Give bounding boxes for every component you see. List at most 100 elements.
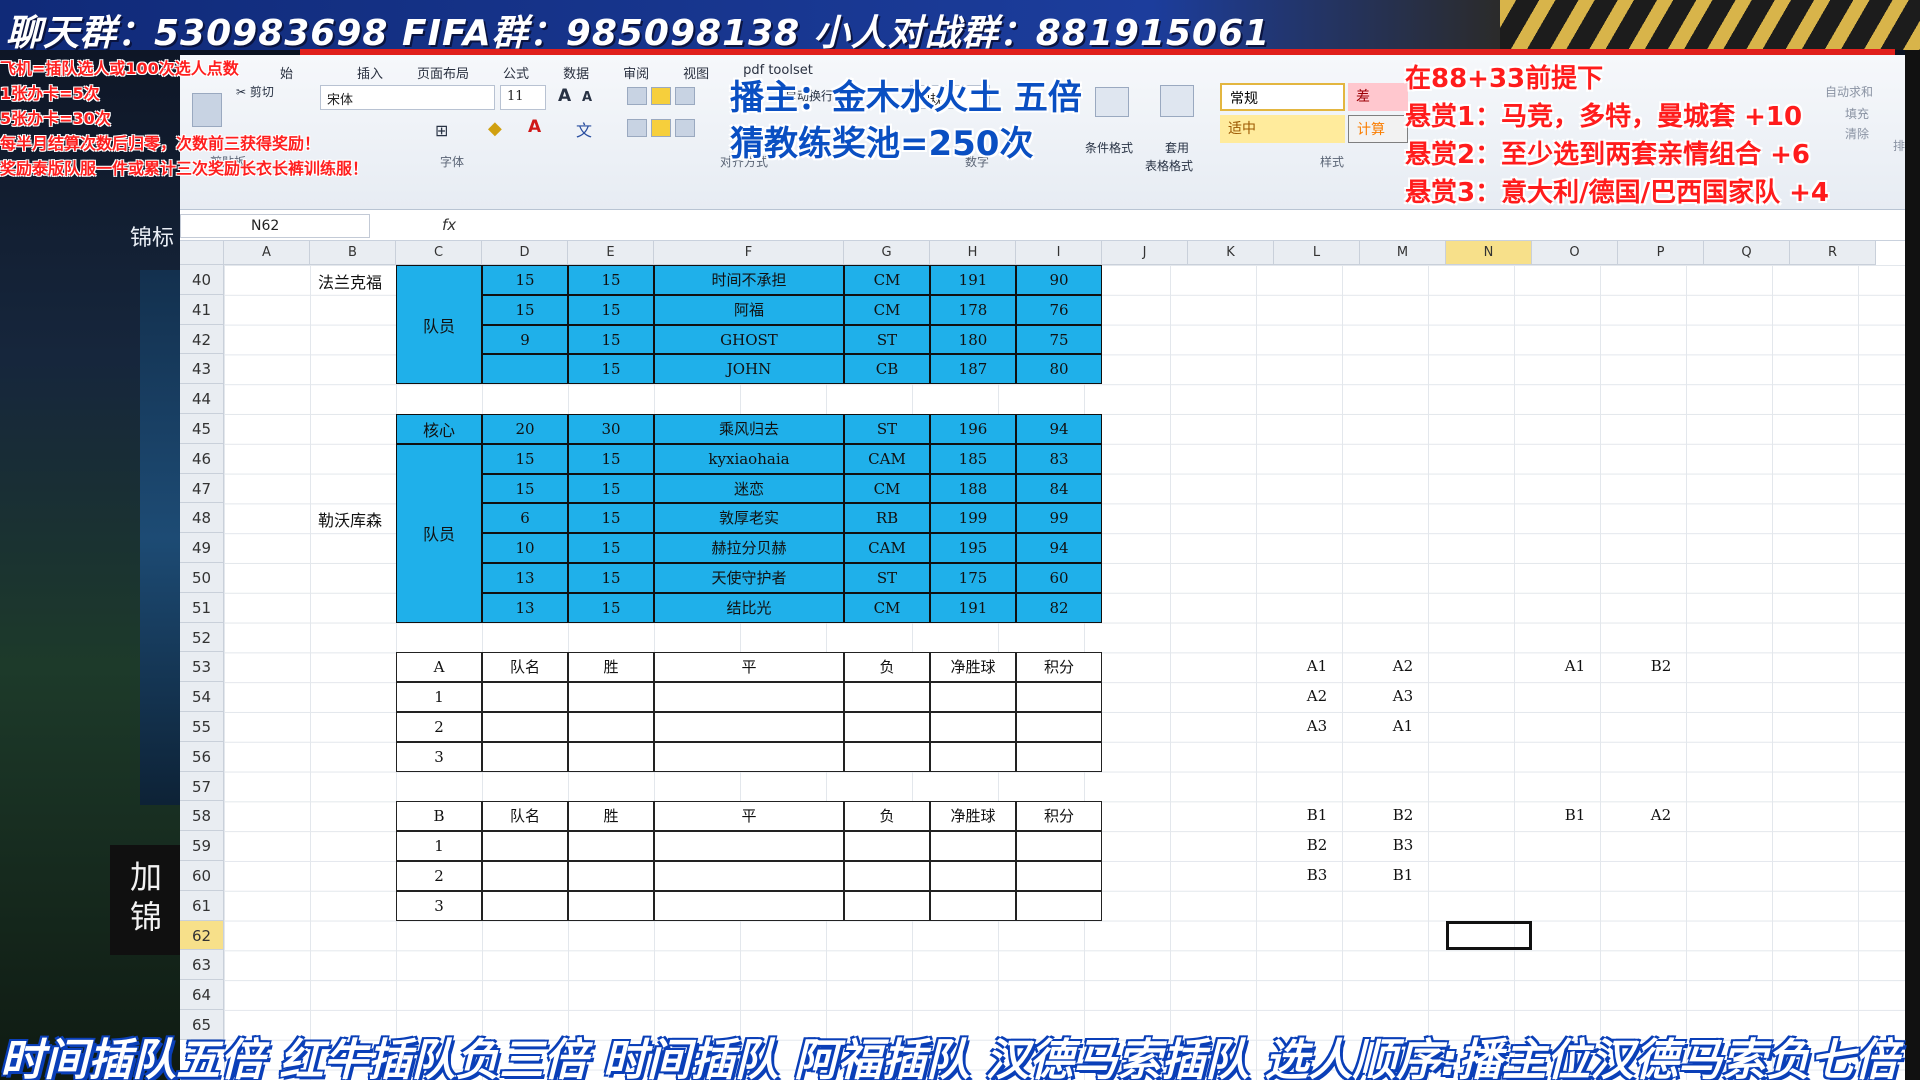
group-table-header[interactable]: 队名: [482, 652, 568, 683]
group-table-header[interactable]: 净胜球: [930, 652, 1016, 683]
column-header-e[interactable]: E: [568, 241, 654, 265]
fixture-cell[interactable]: A3: [1274, 712, 1360, 742]
column-header-h[interactable]: H: [930, 241, 1016, 265]
selected-cell[interactable]: [1446, 920, 1532, 951]
align-bottom-icon[interactable]: [675, 87, 695, 105]
player-cell[interactable]: 195: [930, 533, 1016, 563]
group-table-cell[interactable]: 3: [396, 741, 482, 772]
name-box[interactable]: N62: [180, 214, 370, 238]
player-cell[interactable]: JOHN: [654, 354, 844, 385]
row-header-56[interactable]: 56: [180, 741, 224, 772]
player-cell[interactable]: 99: [1016, 503, 1102, 534]
conditional-format-button[interactable]: 条件格式: [1085, 139, 1133, 156]
column-header-m[interactable]: M: [1360, 241, 1446, 265]
row-header-63[interactable]: 63: [180, 950, 224, 981]
group-table-cell[interactable]: [568, 861, 654, 891]
player-cell[interactable]: 时间不承担: [654, 265, 844, 295]
group-table-cell[interactable]: 1: [396, 682, 482, 712]
group-table-cell[interactable]: [482, 831, 568, 861]
fixture-cell[interactable]: A1: [1360, 712, 1446, 742]
font-color-button[interactable]: A: [528, 117, 541, 137]
row-header-41[interactable]: 41: [180, 294, 224, 325]
align-left-icon[interactable]: [627, 119, 647, 137]
column-header-q[interactable]: Q: [1704, 241, 1790, 265]
column-header-g[interactable]: G: [844, 241, 930, 265]
cross-fixture-cell[interactable]: A1: [1532, 652, 1618, 682]
group-table-cell[interactable]: [1016, 831, 1102, 861]
group-table-cell[interactable]: [930, 682, 1016, 712]
player-cell[interactable]: 15: [568, 563, 654, 593]
player-cell[interactable]: CM: [844, 294, 930, 325]
player-cell[interactable]: 15: [568, 473, 654, 504]
player-cell[interactable]: 15: [568, 265, 654, 295]
fill-button[interactable]: 填充: [1845, 105, 1869, 122]
group-table-header[interactable]: 积分: [1016, 652, 1102, 683]
row-header-59[interactable]: 59: [180, 831, 224, 861]
fixture-cell[interactable]: A1: [1274, 652, 1360, 682]
fixture-cell[interactable]: B1: [1274, 801, 1360, 831]
core-player-cell[interactable]: 乘风归去: [654, 414, 844, 444]
player-cell[interactable]: 199: [930, 503, 1016, 534]
player-cell[interactable]: 15: [568, 354, 654, 385]
row-header-49[interactable]: 49: [180, 533, 224, 563]
player-cell[interactable]: 175: [930, 563, 1016, 593]
group-table-header[interactable]: 积分: [1016, 801, 1102, 832]
group-table-cell[interactable]: [844, 890, 930, 921]
column-header-c[interactable]: C: [396, 241, 482, 265]
row-header-50[interactable]: 50: [180, 563, 224, 593]
column-header-r[interactable]: R: [1790, 241, 1876, 265]
group-table-cell[interactable]: [844, 682, 930, 712]
sort-button[interactable]: 排: [1893, 137, 1905, 154]
table-format-label-2[interactable]: 表格格式: [1145, 157, 1193, 174]
paste-icon[interactable]: [192, 93, 222, 127]
column-header-k[interactable]: K: [1188, 241, 1274, 265]
group-table-cell[interactable]: [930, 712, 1016, 742]
player-cell[interactable]: 13: [482, 563, 568, 593]
player-cell[interactable]: CM: [844, 473, 930, 504]
player-cell[interactable]: 178: [930, 294, 1016, 325]
player-cell[interactable]: 191: [930, 592, 1016, 623]
player-cell[interactable]: 15: [568, 503, 654, 534]
player-cell[interactable]: [482, 354, 568, 385]
fixture-cell[interactable]: B1: [1360, 861, 1446, 891]
player-cell[interactable]: 15: [568, 324, 654, 355]
group-table-header[interactable]: 胜: [568, 652, 654, 683]
row-header-51[interactable]: 51: [180, 592, 224, 623]
group-table-cell[interactable]: [482, 890, 568, 921]
player-cell[interactable]: CM: [844, 592, 930, 623]
group-table-cell[interactable]: [568, 890, 654, 921]
group-table-cell[interactable]: [654, 741, 844, 772]
group-table-cell[interactable]: [568, 682, 654, 712]
cross-fixture-cell[interactable]: B2: [1618, 652, 1704, 682]
player-cell[interactable]: 15: [482, 265, 568, 295]
group-table-cell[interactable]: [930, 741, 1016, 772]
tab-page-layout[interactable]: 页面布局: [417, 57, 469, 87]
player-cell[interactable]: GHOST: [654, 324, 844, 355]
column-header-j[interactable]: J: [1102, 241, 1188, 265]
group-table-header[interactable]: B: [396, 801, 482, 832]
group-table-cell[interactable]: 3: [396, 890, 482, 921]
group-table-cell[interactable]: [568, 741, 654, 772]
group-table-header[interactable]: 负: [844, 652, 930, 683]
group-table-cell[interactable]: [654, 831, 844, 861]
group-table-cell[interactable]: [1016, 861, 1102, 891]
player-cell[interactable]: 阿福: [654, 294, 844, 325]
core-player-cell[interactable]: 94: [1016, 414, 1102, 444]
fixture-cell[interactable]: A3: [1360, 682, 1446, 712]
player-cell[interactable]: CM: [844, 265, 930, 295]
player-cell[interactable]: 15: [482, 443, 568, 474]
tab-formulas[interactable]: 公式: [503, 57, 529, 87]
player-cell[interactable]: 13: [482, 592, 568, 623]
font-name-select[interactable]: 宋体: [320, 85, 495, 110]
core-player-cell[interactable]: ST: [844, 414, 930, 444]
player-cell[interactable]: 15: [568, 443, 654, 474]
group-table-cell[interactable]: [844, 741, 930, 772]
tab-home[interactable]: 始: [280, 57, 293, 87]
fixture-cell[interactable]: B3: [1274, 861, 1360, 891]
player-cell[interactable]: 10: [482, 533, 568, 563]
group-table-cell[interactable]: [1016, 741, 1102, 772]
table-format-icon[interactable]: [1160, 85, 1194, 117]
style-calc[interactable]: 计算: [1348, 115, 1408, 143]
tab-data[interactable]: 数据: [563, 57, 589, 87]
group-table-cell[interactable]: 2: [396, 712, 482, 742]
